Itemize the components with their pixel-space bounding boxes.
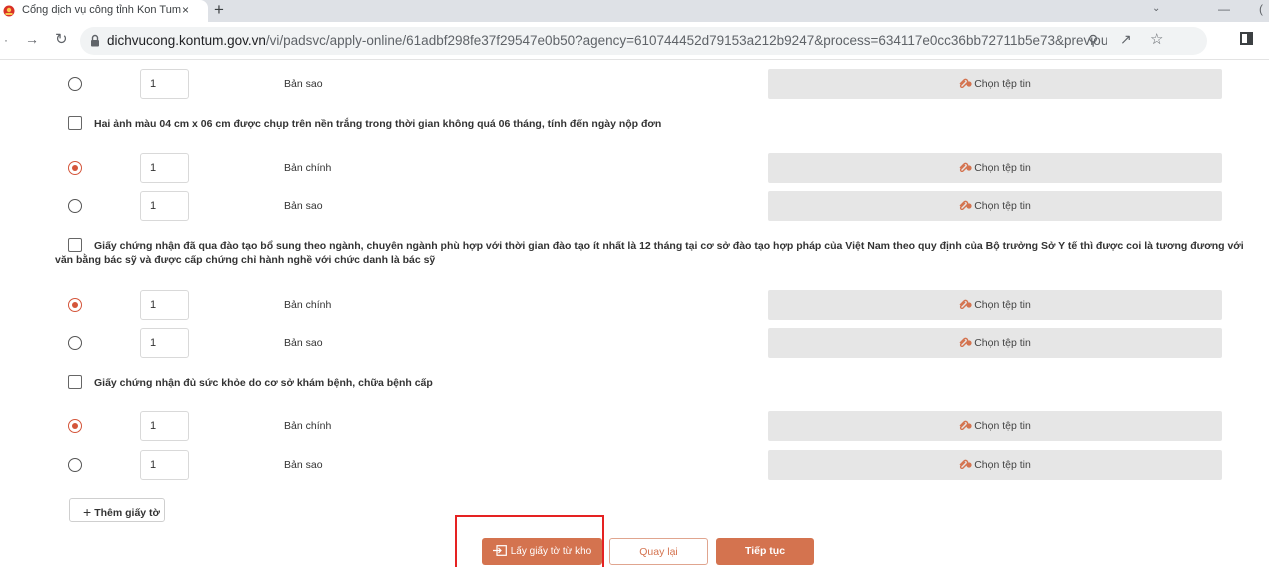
zoom-icon[interactable]: ⚲: [1088, 32, 1098, 49]
attachment-icon: [959, 420, 972, 430]
copy-type-radio[interactable]: [68, 161, 82, 175]
choose-file-label: Chọn tệp tin: [974, 420, 1031, 432]
copy-row: 1 Bản chính Chọn tệp tin: [0, 153, 1269, 183]
quantity-input[interactable]: 1: [140, 450, 189, 480]
attachment-icon: [959, 337, 972, 347]
choose-file-label: Chọn tệp tin: [974, 200, 1031, 212]
site-favicon-icon: [3, 5, 15, 17]
star-icon[interactable]: ☆: [1150, 30, 1163, 48]
choose-file-button[interactable]: Chọn tệp tin: [768, 328, 1222, 358]
plus-icon: +: [83, 504, 92, 520]
choose-file-button[interactable]: Chọn tệp tin: [768, 450, 1222, 480]
attachment-icon: [959, 200, 972, 210]
copy-row: 1 Bản chính Chọn tệp tin: [0, 290, 1269, 320]
copy-row: 1 Bản sao Chọn tệp tin: [0, 69, 1269, 99]
add-document-label: Thêm giấy tờ: [94, 507, 160, 519]
document-title: Giấy chứng nhận đủ sức khỏe do cơ sở khá…: [94, 377, 433, 389]
url-text[interactable]: dichvucong.kontum.gov.vn/vi/padsvc/apply…: [107, 33, 1107, 48]
copy-type-label: Bản sao: [284, 459, 323, 471]
copy-type-radio[interactable]: [68, 77, 82, 91]
choose-file-button[interactable]: Chọn tệp tin: [768, 290, 1222, 320]
copy-type-label: Bản chính: [284, 162, 332, 174]
quantity-input[interactable]: 1: [140, 328, 189, 358]
url-path: /vi/padsvc/apply-online/61adbf298fe37f29…: [265, 33, 1107, 48]
document-checkbox[interactable]: [68, 238, 82, 252]
sidepanel-icon[interactable]: [1240, 32, 1253, 45]
back-button[interactable]: Quay lại: [609, 538, 708, 565]
add-document-button[interactable]: + Thêm giấy tờ: [69, 498, 165, 522]
browser-tabstrip: Cổng dịch vụ công tỉnh Kon Tum × + ⌄ — (: [0, 0, 1269, 22]
choose-file-button[interactable]: Chọn tệp tin: [768, 411, 1222, 441]
choose-file-label: Chọn tệp tin: [974, 337, 1031, 349]
browser-tab[interactable]: Cổng dịch vụ công tỉnh Kon Tum ×: [0, 0, 208, 22]
copy-row: 1 Bản sao Chọn tệp tin: [0, 450, 1269, 480]
document-checkbox[interactable]: [68, 116, 82, 130]
copy-row: 1 Bản sao Chọn tệp tin: [0, 328, 1269, 358]
choose-file-label: Chọn tệp tin: [974, 459, 1031, 471]
quantity-input[interactable]: 1: [140, 411, 189, 441]
window-minimize-icon[interactable]: —: [1218, 2, 1230, 16]
copy-type-label: Bản sao: [284, 200, 323, 212]
copy-row: 1 Bản chính Chọn tệp tin: [0, 411, 1269, 441]
attachment-icon: [959, 162, 972, 172]
quantity-input[interactable]: 1: [140, 191, 189, 221]
document-title: Giấy chứng nhận đã qua đào tạo bổ sung t…: [55, 240, 1244, 266]
document-item: Giấy chứng nhận đã qua đào tạo bổ sung t…: [55, 238, 1255, 267]
fetch-from-store-button[interactable]: Lấy giấy tờ từ kho: [482, 538, 602, 565]
copy-type-label: Bản sao: [284, 78, 323, 90]
quantity-input[interactable]: 1: [140, 69, 189, 99]
back-icon[interactable]: ·: [4, 33, 8, 47]
lock-icon[interactable]: [90, 34, 100, 47]
copy-type-label: Bản chính: [284, 420, 332, 432]
address-bar[interactable]: dichvucong.kontum.gov.vn/vi/padsvc/apply…: [80, 27, 1207, 55]
copy-type-radio[interactable]: [68, 199, 82, 213]
fetch-from-store-label: Lấy giấy tờ từ kho: [510, 546, 592, 557]
tab-close-icon[interactable]: ×: [182, 3, 189, 17]
browser-toolbar: · → ↻ dichvucong.kontum.gov.vn/vi/padsvc…: [0, 22, 1269, 60]
url-host: dichvucong.kontum.gov.vn: [107, 33, 266, 48]
choose-file-label: Chọn tệp tin: [974, 299, 1031, 311]
document-title: Hai ảnh màu 04 cm x 06 cm được chụp trên…: [94, 118, 662, 130]
choose-file-button[interactable]: Chọn tệp tin: [768, 69, 1222, 99]
tab-title: Cổng dịch vụ công tỉnh Kon Tum: [22, 4, 181, 16]
reload-icon[interactable]: ↻: [55, 30, 68, 48]
import-icon: [492, 545, 507, 556]
copy-type-radio[interactable]: [68, 458, 82, 472]
choose-file-label: Chọn tệp tin: [974, 162, 1031, 174]
new-tab-icon[interactable]: +: [214, 1, 224, 19]
choose-file-label: Chọn tệp tin: [974, 78, 1031, 90]
attachment-icon: [959, 459, 972, 469]
copy-type-label: Bản chính: [284, 299, 332, 311]
attachment-icon: [959, 299, 972, 309]
share-icon[interactable]: ↗: [1120, 31, 1132, 48]
document-item: Giấy chứng nhận đủ sức khỏe do cơ sở khá…: [68, 375, 433, 391]
choose-file-button[interactable]: Chọn tệp tin: [768, 153, 1222, 183]
copy-type-radio[interactable]: [68, 298, 82, 312]
quantity-input[interactable]: 1: [140, 153, 189, 183]
attachment-icon: [959, 78, 972, 88]
tab-search-chevron-icon[interactable]: ⌄: [1152, 3, 1160, 14]
document-item: Hai ảnh màu 04 cm x 06 cm được chụp trên…: [68, 116, 661, 132]
copy-type-label: Bản sao: [284, 337, 323, 349]
copy-row: 1 Bản sao Chọn tệp tin: [0, 191, 1269, 221]
window-maximize-icon[interactable]: (: [1259, 2, 1263, 16]
copy-type-radio[interactable]: [68, 336, 82, 350]
copy-type-radio[interactable]: [68, 419, 82, 433]
continue-button[interactable]: Tiếp tục: [716, 538, 814, 565]
forward-icon[interactable]: →: [25, 31, 39, 47]
document-checkbox[interactable]: [68, 375, 82, 389]
quantity-input[interactable]: 1: [140, 290, 189, 320]
choose-file-button[interactable]: Chọn tệp tin: [768, 191, 1222, 221]
